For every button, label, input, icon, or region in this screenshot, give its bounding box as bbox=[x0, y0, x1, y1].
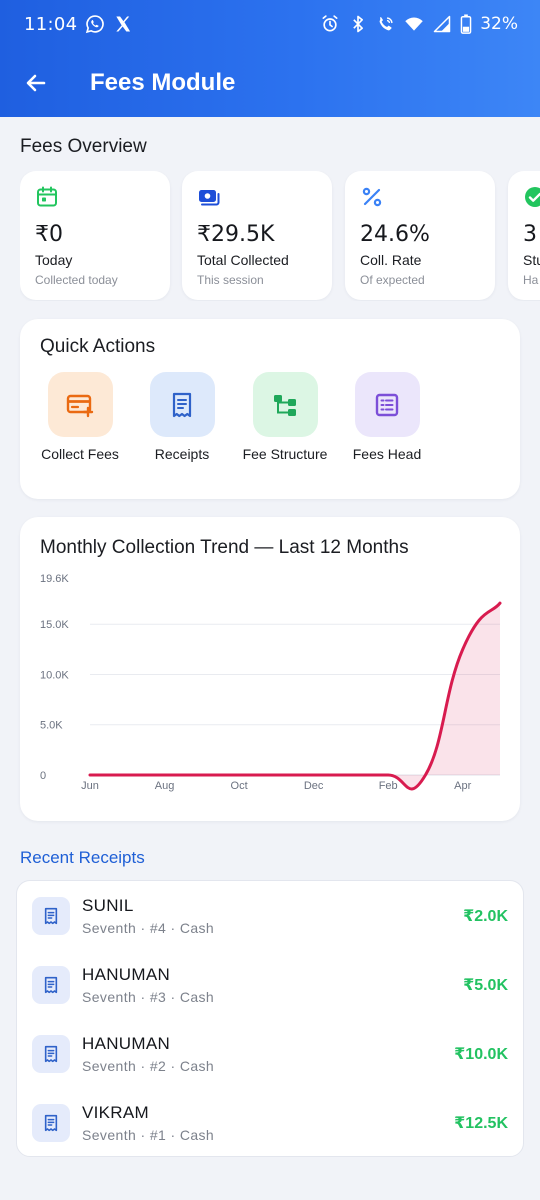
overview-value: ₹0 bbox=[35, 222, 63, 247]
overview-label: Total Collected bbox=[197, 252, 289, 268]
x-tick-label: Dec bbox=[304, 780, 324, 792]
receipt-details: Seventh · #1 · Cash bbox=[82, 1127, 215, 1143]
y-tick-label: 0 bbox=[40, 770, 46, 782]
overview-sub: Ha bbox=[523, 273, 539, 287]
bluetooth-icon bbox=[353, 15, 364, 33]
y-tick-label: 19.6K bbox=[40, 573, 69, 585]
app-bar: Fees Module bbox=[0, 58, 540, 108]
fees-head-label: Fees Head bbox=[352, 446, 422, 462]
receipt-details: Seventh · #2 · Cash bbox=[82, 1058, 215, 1074]
money-icon bbox=[199, 190, 220, 206]
monthly-trend-chart: 0 5.0K 10.0K 15.0K 19.6K Jun Aug Oct Dec Feb Apr bbox=[40, 573, 502, 792]
x-logo-icon bbox=[116, 16, 131, 32]
overview-cards-scroller[interactable]: ₹0 Today Collected today ₹29.5K Total Co… bbox=[20, 171, 540, 301]
fees-head-button[interactable]: Fees Head bbox=[337, 372, 437, 463]
credit-card-plus-icon bbox=[66, 394, 94, 417]
collect-fees-button[interactable]: Collect Fees bbox=[30, 372, 130, 463]
status-left: 11:04 bbox=[24, 14, 133, 35]
receipt-student-name: SUNIL bbox=[82, 896, 134, 915]
recent-receipts-title: Recent Receipts bbox=[20, 848, 145, 867]
receipt-icon-badge bbox=[32, 966, 70, 1004]
check-circle-icon bbox=[525, 187, 540, 207]
receipt-icon bbox=[44, 907, 58, 925]
y-tick-label: 15.0K bbox=[40, 619, 69, 631]
back-button[interactable] bbox=[16, 63, 56, 103]
receipt-amount: ₹10.0K bbox=[454, 1046, 508, 1063]
hierarchy-icon bbox=[274, 394, 296, 416]
receipts-tile bbox=[149, 372, 215, 437]
receipt-row[interactable]: VIKRAM Seventh · #1 · Cash ₹12.5K bbox=[17, 1088, 523, 1157]
receipt-row[interactable]: HANUMAN Seventh · #2 · Cash ₹10.0K bbox=[17, 1019, 523, 1088]
wifi-call-icon bbox=[379, 17, 393, 31]
overview-card-today[interactable]: ₹0 Today Collected today bbox=[20, 171, 170, 300]
overview-sub: Collected today bbox=[35, 273, 118, 287]
overview-card-collection-rate[interactable]: 24.6% Coll. Rate Of expected bbox=[345, 171, 495, 300]
overview-value: 3 bbox=[523, 222, 537, 247]
y-tick-label: 10.0K bbox=[40, 669, 69, 681]
receipt-icon-badge bbox=[32, 1104, 70, 1142]
x-tick-label: Aug bbox=[155, 780, 175, 792]
overview-sub: Of expected bbox=[360, 273, 425, 287]
receipt-row[interactable]: SUNIL Seventh · #4 · Cash ₹2.0K bbox=[17, 881, 523, 950]
whatsapp-icon bbox=[86, 15, 105, 34]
receipt-icon bbox=[44, 1114, 58, 1132]
status-right: 32% bbox=[320, 14, 518, 34]
receipts-label: Receipts bbox=[154, 446, 210, 462]
wifi-icon bbox=[405, 17, 423, 31]
fees-overview-title: Fees Overview bbox=[20, 136, 147, 157]
collect-fees-tile bbox=[47, 372, 113, 437]
receipt-icon-badge bbox=[32, 1035, 70, 1073]
receipt-student-name: HANUMAN bbox=[82, 965, 171, 984]
overview-value: ₹29.5K bbox=[197, 222, 275, 247]
alarm-icon bbox=[322, 15, 338, 32]
fees-head-tile bbox=[354, 372, 420, 437]
receipt-icon bbox=[44, 976, 58, 994]
monthly-trend-card: Monthly Collection Trend — Last 12 Month… bbox=[20, 517, 520, 821]
quick-actions-card: Quick Actions Collect Fees Receipts Fee … bbox=[20, 319, 520, 499]
x-tick-label: Jun bbox=[81, 780, 99, 792]
overview-label: Stu bbox=[523, 252, 540, 268]
status-bar: 11:04 32% bbox=[0, 0, 540, 48]
battery-icon bbox=[460, 14, 472, 34]
fee-structure-button[interactable]: Fee Structure bbox=[235, 372, 335, 463]
arrow-left-icon bbox=[26, 74, 46, 92]
receipt-student-name: VIKRAM bbox=[82, 1103, 149, 1122]
header: 11:04 32% Fees Module bbox=[0, 0, 540, 117]
signal-icon bbox=[433, 15, 451, 33]
quick-actions-title: Quick Actions bbox=[40, 336, 156, 357]
receipt-icon-badge bbox=[32, 897, 70, 935]
receipts-button[interactable]: Receipts bbox=[132, 372, 232, 463]
overview-value: 24.6% bbox=[360, 222, 430, 247]
y-tick-label: 5.0K bbox=[40, 720, 63, 732]
overview-card-total-collected[interactable]: ₹29.5K Total Collected This session bbox=[182, 171, 332, 300]
receipt-icon bbox=[172, 392, 192, 417]
overview-label: Coll. Rate bbox=[360, 252, 422, 268]
fee-structure-label: Fee Structure bbox=[242, 446, 328, 462]
recent-receipts-list: SUNIL Seventh · #4 · Cash ₹2.0K HANUMAN … bbox=[16, 880, 524, 1157]
battery-percent: 32% bbox=[480, 14, 518, 34]
x-tick-label: Oct bbox=[231, 780, 248, 792]
receipt-details: Seventh · #4 · Cash bbox=[82, 920, 215, 936]
list-icon bbox=[375, 393, 399, 416]
overview-card-students[interactable]: 3 Stu Ha bbox=[508, 171, 540, 300]
receipt-icon bbox=[44, 1045, 58, 1063]
x-tick-label: Apr bbox=[454, 780, 471, 792]
receipt-amount: ₹5.0K bbox=[463, 977, 508, 994]
receipt-amount: ₹2.0K bbox=[463, 908, 508, 925]
series-area bbox=[90, 603, 500, 789]
receipt-row[interactable]: HANUMAN Seventh · #3 · Cash ₹5.0K bbox=[17, 950, 523, 1019]
overview-label: Today bbox=[35, 252, 73, 268]
status-time: 11:04 bbox=[24, 13, 78, 35]
receipt-student-name: HANUMAN bbox=[82, 1034, 171, 1053]
collect-fees-label: Collect Fees bbox=[41, 446, 119, 462]
x-tick-label: Feb bbox=[379, 780, 398, 792]
overview-sub: This session bbox=[197, 273, 264, 287]
fee-structure-tile bbox=[252, 372, 318, 437]
calendar-icon bbox=[37, 186, 57, 207]
page-title: Fees Module bbox=[90, 69, 236, 96]
percent-icon bbox=[362, 187, 382, 207]
receipt-details: Seventh · #3 · Cash bbox=[82, 989, 215, 1005]
receipt-amount: ₹12.5K bbox=[454, 1115, 508, 1132]
